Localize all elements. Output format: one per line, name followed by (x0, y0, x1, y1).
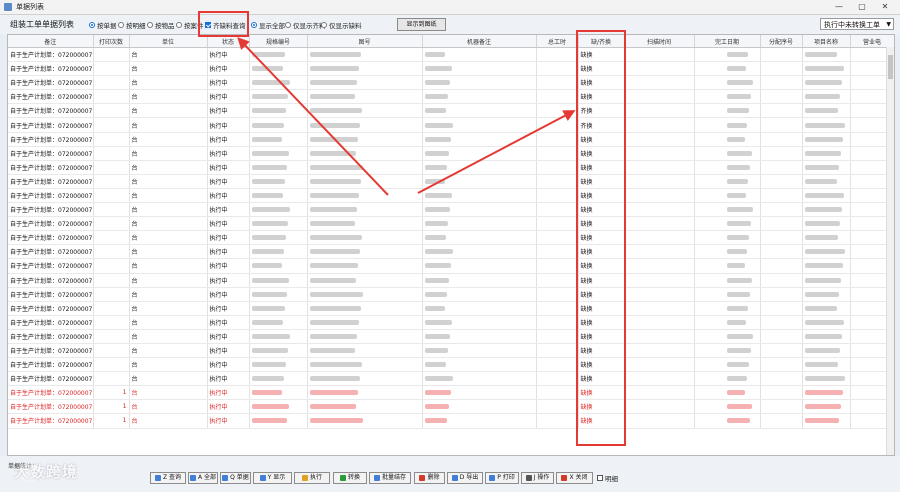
batch-settle-button[interactable]: 批量结存 (369, 472, 411, 484)
delete-icon (419, 475, 426, 481)
document-button[interactable]: Q 单据 (220, 472, 251, 484)
button-label: 删除 (427, 474, 440, 481)
export-icon (451, 475, 458, 481)
all-button[interactable]: A 全部 (188, 472, 218, 484)
bottom-toolbar: 单据统计： Z 查询 A 全部 Q 单据 Y 显示 执行 转换 批量结存 删除 D 导出 P 打印… (0, 456, 900, 492)
document-icon (222, 475, 229, 481)
delete-button[interactable]: 删除 (414, 472, 445, 484)
print-button[interactable]: P 打印 (485, 472, 519, 484)
execute-icon (301, 475, 308, 481)
convert-icon (339, 475, 346, 481)
arrow-to-checkbox (237, 37, 389, 196)
batch-settle-icon (373, 475, 380, 481)
button-label: Q 单据 (230, 474, 249, 481)
show-button[interactable]: Y 显示 (253, 472, 292, 484)
operate-button[interactable]: J 操作 (521, 472, 554, 484)
export-button[interactable]: D 导出 (447, 472, 483, 484)
all-icon (189, 475, 196, 481)
watermark-text: 大数跨境 (14, 463, 79, 481)
close-button[interactable]: X 关闭 (556, 472, 593, 484)
show-icon (259, 475, 266, 481)
button-label: Z 查询 (162, 474, 182, 481)
query-icon (154, 475, 161, 481)
button-label: D 导出 (459, 474, 479, 481)
option-label: 明细 (605, 475, 618, 483)
button-label: 执行 (309, 474, 322, 481)
button-label: 批量结存 (381, 474, 406, 481)
checkbox-detail[interactable]: 明细 (597, 473, 618, 483)
button-label: 转换 (347, 474, 360, 481)
button-label: J 操作 (533, 474, 550, 481)
button-label: Y 显示 (267, 474, 286, 481)
operate-icon (525, 475, 532, 481)
button-label: A 全部 (197, 474, 216, 481)
execute-button[interactable]: 执行 (294, 472, 330, 484)
close-icon (561, 475, 568, 481)
checkbox-icon (597, 475, 603, 481)
print-icon (489, 475, 496, 481)
arrow-to-column (417, 110, 576, 194)
button-label: X 关闭 (569, 474, 588, 481)
button-label: P 打印 (497, 474, 515, 481)
annotation-arrows (237, 37, 576, 196)
convert-button[interactable]: 转换 (333, 472, 367, 484)
query-button[interactable]: Z 查询 (150, 472, 186, 484)
